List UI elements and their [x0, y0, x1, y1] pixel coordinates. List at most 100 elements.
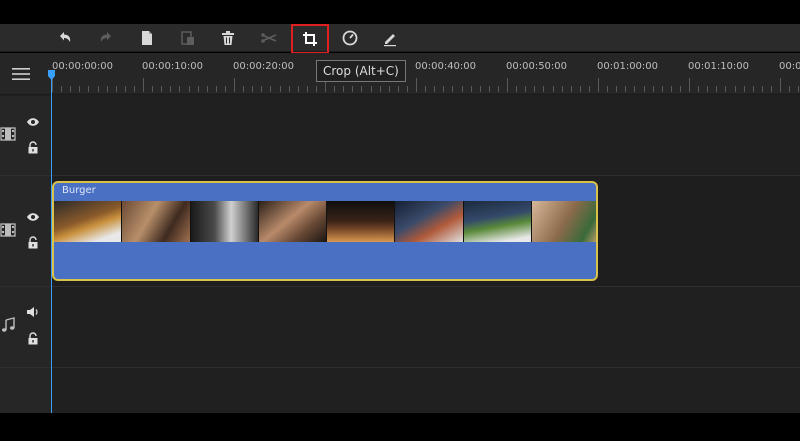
thumbnail: [190, 201, 259, 242]
ruler-tick: [780, 78, 781, 92]
ruler-tick: [570, 86, 572, 92]
ruler-tick: [497, 86, 499, 92]
ruler-tick: [61, 86, 63, 92]
ruler-tick: [52, 78, 53, 92]
ruler-tick: [70, 86, 72, 92]
ruler-tick: [88, 86, 90, 92]
ruler-label: 00:00:40:00: [415, 61, 477, 72]
ruler-label: 00:01:00:00: [597, 61, 659, 72]
crop-button[interactable]: [291, 24, 329, 54]
ruler-tick: [297, 86, 299, 92]
playhead-line[interactable]: [51, 74, 52, 413]
ruler-tick: [579, 86, 581, 92]
ruler-tick: [106, 86, 108, 92]
ruler-tick: [133, 86, 135, 92]
ruler-label: 00:01:10:00: [688, 61, 750, 72]
ruler-tick: [343, 86, 345, 92]
ruler-tick: [507, 78, 508, 92]
speaker-icon[interactable]: [26, 306, 40, 318]
ruler-tick: [252, 86, 254, 92]
video-clip[interactable]: Burger: [52, 181, 598, 281]
ruler-tick: [315, 86, 317, 92]
delete-button[interactable]: [216, 27, 240, 49]
ruler-tick: [725, 86, 727, 92]
ruler-tick: [434, 86, 436, 92]
ruler-tick: [179, 86, 181, 92]
ruler-tick: [543, 86, 545, 92]
ruler-tick: [306, 86, 308, 92]
ruler-tick: [197, 86, 199, 92]
trash-icon: [222, 31, 234, 45]
ruler-tick: [561, 86, 563, 92]
ruler-tick: [761, 86, 763, 92]
timeline-menu-area: [0, 53, 52, 95]
lock-icon[interactable]: [27, 235, 39, 249]
thumbnail: [327, 201, 396, 242]
thumbnail: [122, 201, 191, 242]
ruler-tick: [679, 86, 681, 92]
hamburger-menu-button[interactable]: [10, 65, 32, 83]
edit-button[interactable]: [378, 27, 402, 49]
ruler-tick: [215, 86, 217, 92]
thumbnail: [531, 201, 596, 242]
ruler-tick: [170, 86, 172, 92]
ruler-tick: [397, 86, 399, 92]
speed-button[interactable]: [338, 27, 362, 49]
track-header-video-1: [0, 96, 52, 175]
thumbnail: [395, 201, 464, 242]
ruler-label: 00:00:00:00: [52, 61, 114, 72]
thumbnail: [54, 201, 123, 242]
ruler-tick: [115, 86, 117, 92]
ruler-tick: [752, 86, 754, 92]
ruler-tick: [652, 86, 654, 92]
ruler-tick: [516, 86, 518, 92]
ruler-tick: [152, 86, 154, 92]
paste-button[interactable]: [176, 27, 200, 49]
ruler-tick: [224, 86, 226, 92]
eye-icon[interactable]: [26, 211, 40, 223]
ruler-tick: [243, 86, 245, 92]
clip-thumbnails: [54, 201, 596, 242]
scissors-icon: [261, 33, 277, 43]
split-button[interactable]: [257, 27, 281, 49]
redo-button[interactable]: [94, 27, 118, 49]
ruler-tick: [661, 86, 663, 92]
ruler-tick: [452, 86, 454, 92]
track-header-audio: [0, 287, 52, 367]
ruler-tick: [670, 86, 672, 92]
ruler-label: 00:0: [779, 61, 800, 72]
ruler-label: 00:00:10:00: [142, 61, 204, 72]
undo-button[interactable]: [53, 27, 77, 49]
video-track-1[interactable]: [52, 96, 800, 175]
thumbnail: [463, 201, 532, 242]
ruler-tick: [707, 86, 709, 92]
crop-icon: [303, 32, 317, 46]
crop-tooltip: Crop (Alt+C): [316, 60, 406, 82]
thumbnail: [258, 201, 327, 242]
ruler-tick: [634, 86, 636, 92]
ruler-tick: [479, 86, 481, 92]
ruler-tick: [334, 86, 336, 92]
ruler-tick: [379, 86, 381, 92]
track-divider: [0, 367, 800, 368]
copy-button[interactable]: [135, 27, 159, 49]
ruler-tick: [534, 86, 536, 92]
eye-icon[interactable]: [26, 116, 40, 128]
lock-icon[interactable]: [27, 140, 39, 154]
speed-gauge-icon: [342, 30, 358, 46]
timeline-ruler[interactable]: 00:00:00:00 00:00:10:00 00:00:20:00 00:0…: [52, 53, 800, 95]
clip-title: Burger: [62, 185, 96, 196]
ruler-tick: [97, 86, 99, 92]
ruler-tick: [443, 86, 445, 92]
ruler-tick: [716, 86, 718, 92]
ruler-tick: [798, 86, 800, 92]
ruler-tick: [161, 86, 163, 92]
ruler-tick: [743, 86, 745, 92]
ruler-tick: [698, 86, 700, 92]
audio-track[interactable]: [52, 287, 800, 367]
lock-icon[interactable]: [27, 331, 39, 345]
ruler-tick: [734, 86, 736, 92]
ruler-tick: [270, 86, 272, 92]
ruler-tick: [470, 86, 472, 92]
ruler-tick: [643, 86, 645, 92]
